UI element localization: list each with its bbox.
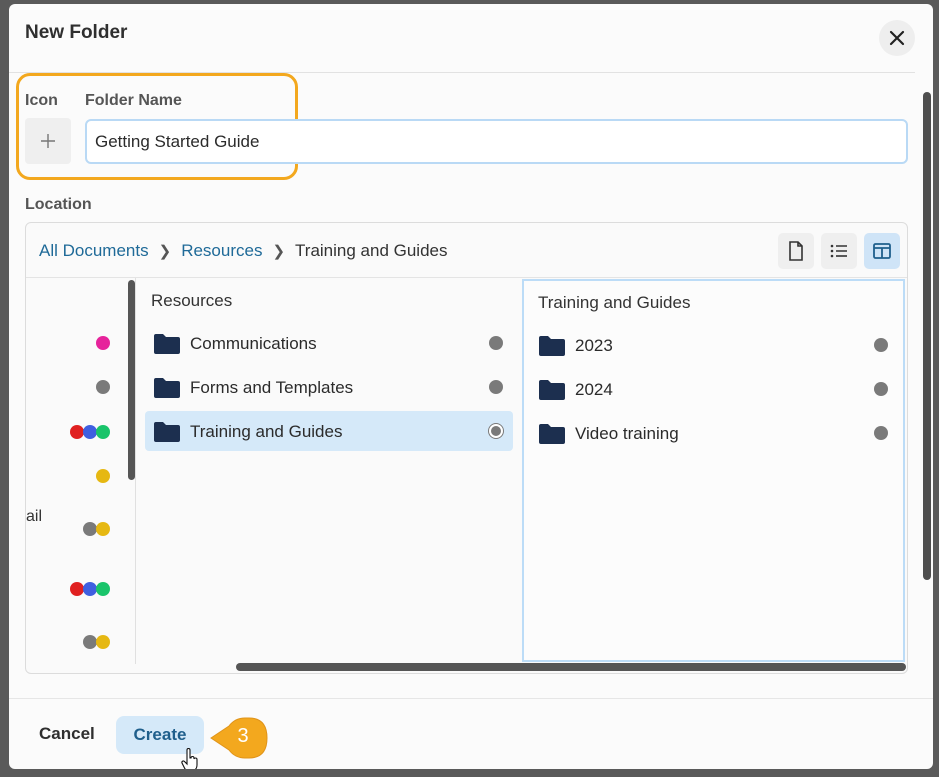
new-folder-dialog: New Folder Icon Folder Name Location All… <box>9 4 933 769</box>
folder-row-forms-and-templates[interactable]: Forms and Templates <box>145 367 513 407</box>
training-column: Training and Guides 2023 2024 Video trai… <box>522 279 905 662</box>
location-browser: All Documents ❯ Resources ❯ Training and… <box>25 222 908 674</box>
hand-cursor-icon <box>181 748 198 769</box>
status-dot <box>489 336 503 350</box>
folder-icon <box>154 378 180 398</box>
horizontal-scrollbar[interactable] <box>236 663 906 671</box>
gray-tag-dot <box>96 380 110 394</box>
green-tag-dot <box>96 425 110 439</box>
red-tag-dot <box>70 425 84 439</box>
red-tag-dot <box>70 582 84 596</box>
folder-label: 2024 <box>575 380 613 399</box>
dialog-title: New Folder <box>25 22 128 43</box>
folder-label: Communications <box>190 334 317 353</box>
icon-picker-button[interactable] <box>25 118 71 164</box>
status-dot <box>489 424 503 438</box>
breadcrumb-all-documents[interactable]: All Documents <box>39 241 149 261</box>
folder-row-video-training[interactable]: Video training <box>530 413 898 453</box>
breadcrumb: All Documents ❯ Resources ❯ Training and… <box>39 241 448 261</box>
folder-label: Forms and Templates <box>190 378 354 397</box>
column-view-button[interactable] <box>864 233 900 269</box>
previous-column: ail <box>26 278 136 664</box>
column-title: Training and Guides <box>538 293 691 312</box>
status-dot <box>489 380 503 394</box>
icon-label: Icon <box>25 92 58 109</box>
close-button[interactable] <box>879 20 915 56</box>
close-icon <box>889 30 905 46</box>
folder-row-communications[interactable]: Communications <box>145 323 513 363</box>
column-title: Resources <box>151 291 233 310</box>
folder-icon <box>154 334 180 354</box>
file-icon <box>789 241 803 261</box>
folder-name-input[interactable] <box>85 119 908 164</box>
folder-row-2023[interactable]: 2023 <box>530 325 898 365</box>
folder-row-2024[interactable]: 2024 <box>530 369 898 409</box>
folder-icon <box>539 336 565 356</box>
yellow-tag-dot <box>96 635 110 649</box>
location-label: Location <box>25 196 92 213</box>
folder-label: Video training <box>575 424 679 443</box>
breadcrumb-current: Training and Guides <box>295 241 448 260</box>
blue-tag-dot <box>83 425 97 439</box>
list-view-button[interactable] <box>821 233 857 269</box>
resources-column: Resources Communications Forms and Templ… <box>137 278 521 664</box>
cancel-button[interactable]: Cancel <box>39 724 95 744</box>
breadcrumb-resources[interactable]: Resources <box>181 241 262 261</box>
blue-tag-dot <box>83 582 97 596</box>
dialog-scrollbar[interactable] <box>923 92 931 580</box>
folder-name-label: Folder Name <box>85 92 182 109</box>
plus-icon <box>41 134 55 148</box>
list-icon <box>830 244 847 258</box>
chevron-right-icon: ❯ <box>158 243 172 260</box>
chevron-right-icon: ❯ <box>272 243 286 260</box>
status-dot <box>874 382 888 396</box>
yellow-tag-dot <box>96 522 110 536</box>
folder-icon <box>539 380 565 400</box>
green-tag-dot <box>96 582 110 596</box>
pink-tag-dot <box>96 336 110 350</box>
gray-tag-dot <box>83 522 97 536</box>
columns-icon <box>873 243 891 259</box>
folder-icon <box>154 422 180 442</box>
column-scrollbar[interactable] <box>128 280 135 480</box>
folder-label: 2023 <box>575 336 613 355</box>
gray-tag-dot <box>83 635 97 649</box>
status-dot <box>874 426 888 440</box>
yellow-tag-dot <box>96 469 110 483</box>
folder-row-training-and-guides[interactable]: Training and Guides <box>145 411 513 451</box>
folder-label: Training and Guides <box>190 422 343 441</box>
file-view-button[interactable] <box>778 233 814 269</box>
step-number: 3 <box>237 725 249 747</box>
folder-icon <box>539 424 565 444</box>
status-dot <box>874 338 888 352</box>
footer-divider <box>9 698 933 699</box>
truncated-folder-label: ail <box>26 508 43 525</box>
